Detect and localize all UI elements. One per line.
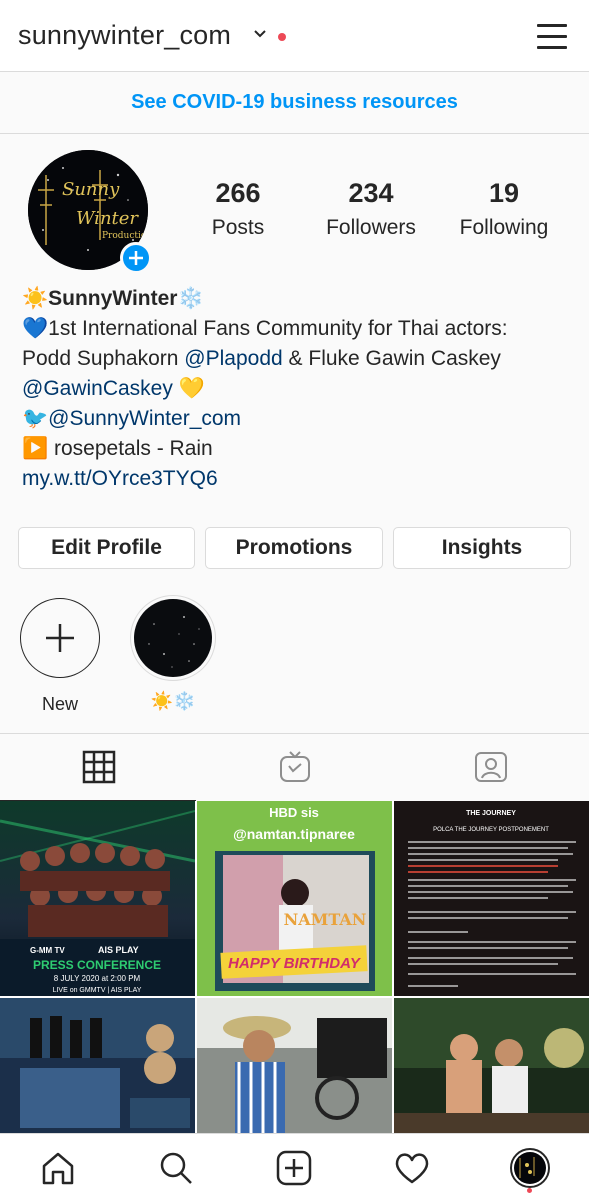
post-thumbnail[interactable] [394, 998, 589, 1133]
post-image [197, 998, 392, 1133]
posts-count[interactable]: 266 Posts [173, 178, 303, 240]
igtv-icon [280, 751, 310, 782]
post2-banner: HAPPY BIRTHDAY [228, 955, 362, 972]
hamburger-menu-icon[interactable] [537, 22, 567, 50]
covid-resources-link[interactable]: See COVID-19 business resources [131, 91, 458, 114]
bird-emoji: 🐦 [22, 407, 49, 430]
grid-icon [82, 750, 116, 784]
promotions-button[interactable]: Promotions [205, 527, 383, 569]
bio-website-link[interactable]: my.w.tt/OYrce3TYQ6 [22, 464, 582, 494]
profile-section: Sunny Winter Production 266 Posts 234 Fo… [0, 134, 589, 734]
post2-mention: @namtan.tipnaree [233, 826, 355, 842]
avatar-text-winter: Winter [76, 208, 139, 229]
post-image [0, 998, 195, 1133]
posts-number: 266 [215, 178, 261, 208]
search-icon[interactable] [156, 1148, 196, 1188]
heart-icon[interactable] [392, 1148, 432, 1188]
post-thumbnail[interactable]: HBD sis @namtan.tipnaree NAMTAN HAPPY BI… [197, 801, 392, 996]
bio-text: Podd Suphakorn [22, 347, 185, 370]
followers-number: 234 [348, 178, 394, 208]
mention-gawincaskey[interactable]: @GawinCaskey [22, 377, 173, 400]
post-thumbnail[interactable]: G-MM TV AIS PLAY PRESS CONFERENCE 8 JULY… [0, 801, 195, 996]
post-image: THE JOURNEY POLCA THE JOURNEY POSTPONEME… [394, 801, 589, 996]
posts-label: Posts [211, 216, 265, 239]
highlight-new-circle [20, 598, 100, 678]
post-thumbnail[interactable] [0, 998, 195, 1133]
plus-icon [45, 623, 74, 652]
post3-title: THE JOURNEY [466, 810, 516, 817]
post-image [394, 998, 589, 1133]
following-label: Following [459, 216, 549, 239]
chevron-down-icon[interactable] [252, 26, 268, 42]
top-bar: sunnywinter_com [0, 0, 589, 72]
tagged-icon [475, 752, 507, 782]
post-image: G-MM TV AIS PLAY PRESS CONFERENCE 8 JULY… [0, 801, 195, 996]
notification-dot [278, 33, 286, 41]
covid-banner: See COVID-19 business resources [0, 72, 589, 134]
tab-igtv[interactable] [196, 734, 392, 802]
mention-plapodd[interactable]: @Plapodd [184, 347, 282, 370]
avatar-text-production: Production [102, 231, 148, 241]
account-username[interactable]: sunnywinter_com [18, 20, 231, 51]
bio-text: & Fluke Gawin Caskey [282, 347, 501, 370]
profile-bio: ☀️SunnyWinter❄️ 💙1st International Fans … [22, 284, 582, 494]
followers-label: Followers [326, 216, 416, 239]
edit-profile-button[interactable]: Edit Profile [18, 527, 195, 569]
bio-line-1: 💙1st International Fans Community for Th… [22, 317, 508, 340]
new-post-icon[interactable] [274, 1148, 314, 1188]
avatar-text-sunny: Sunny [62, 179, 120, 200]
profile-avatar-thumb [514, 1152, 546, 1184]
post3-subtitle: POLCA THE JOURNEY POSTPONEMENT [433, 827, 549, 833]
profile-display-name: ☀️SunnyWinter❄️ [22, 287, 204, 310]
highlight-new[interactable]: New [10, 598, 110, 715]
bottom-navigation [0, 1133, 589, 1200]
starry-sky-image [134, 599, 212, 677]
post-image: HBD sis @namtan.tipnaree NAMTAN HAPPY BI… [197, 801, 392, 996]
bio-text: 💛 [172, 377, 205, 400]
following-count[interactable]: 19 Following [439, 178, 569, 240]
mention-sunnywinter[interactable]: @SunnyWinter_com [48, 407, 241, 430]
post2-name: NAMTAN [284, 910, 367, 929]
post-thumbnail[interactable]: THE JOURNEY POLCA THE JOURNEY POSTPONEME… [394, 801, 589, 996]
followers-count[interactable]: 234 Followers [306, 178, 436, 240]
post1-date: 8 JULY 2020 at 2:00 PM [54, 974, 141, 983]
following-number: 19 [488, 178, 520, 208]
bio-line-4: 🐦@SunnyWinter_com [22, 404, 582, 434]
post2-title: HBD sis [269, 805, 319, 820]
highlight-ring [130, 595, 216, 681]
post-thumbnail[interactable] [197, 998, 392, 1133]
posts-grid: G-MM TV AIS PLAY PRESS CONFERENCE 8 JULY… [0, 801, 589, 1133]
post1-brand-ais: AIS PLAY [98, 945, 139, 955]
home-icon[interactable] [38, 1148, 78, 1188]
bio-line-2: Podd Suphakorn @Plapodd & Fluke Gawin Ca… [22, 344, 582, 374]
profile-tabs [0, 733, 589, 802]
highlight-sunnywinter[interactable]: ☀️❄️ [123, 595, 223, 712]
tab-grid[interactable] [0, 734, 196, 802]
post1-brand-gmm: G-MM TV [30, 946, 65, 955]
add-story-button[interactable] [120, 242, 152, 274]
post1-title: PRESS CONFERENCE [33, 958, 161, 972]
highlight-label: ☀️❄️ [150, 691, 196, 711]
post1-live: LIVE on GMMTV | AIS PLAY [53, 987, 142, 994]
tab-tagged[interactable] [392, 734, 588, 802]
plus-icon [129, 251, 143, 265]
bio-line-5: ▶️ rosepetals - Rain [22, 437, 213, 460]
notification-dot [527, 1188, 532, 1193]
insights-button[interactable]: Insights [393, 527, 571, 569]
bio-line-3: @GawinCaskey 💛 [22, 374, 582, 404]
profile-avatar-icon[interactable] [510, 1148, 550, 1188]
highlight-new-label: New [41, 694, 78, 714]
avatar-mini-image [519, 1157, 535, 1178]
